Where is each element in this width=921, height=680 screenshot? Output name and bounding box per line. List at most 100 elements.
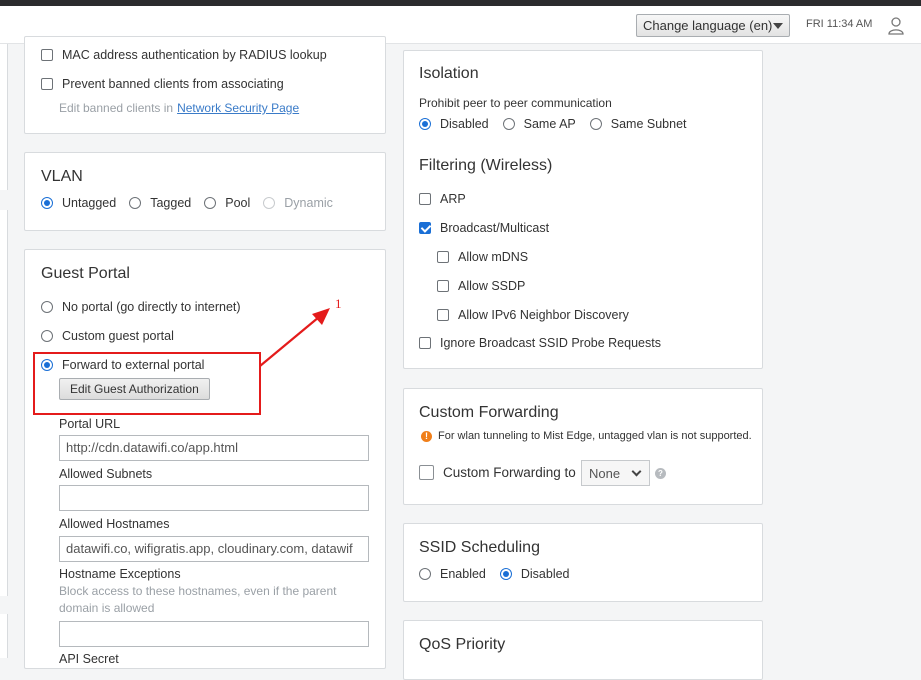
hostname-exceptions-help-line-2: domain is allowed bbox=[59, 601, 155, 615]
user-icon[interactable] bbox=[888, 17, 904, 35]
ssid-scheduling-card: SSID Scheduling Enabled Disabled bbox=[403, 523, 763, 602]
custom-forwarding-checkbox[interactable] bbox=[419, 465, 434, 480]
isolation-same-subnet-label: Same Subnet bbox=[610, 117, 687, 131]
mac-radius-label: MAC address authentication by RADIUS loo… bbox=[62, 48, 327, 62]
ipv6-checkbox[interactable] bbox=[437, 309, 449, 321]
scheduling-disabled-radio[interactable] bbox=[499, 568, 512, 580]
vlan-tagged-label: Tagged bbox=[150, 196, 192, 210]
ipv6-row[interactable]: Allow IPv6 Neighbor Discovery bbox=[437, 308, 629, 322]
api-secret-label: API Secret bbox=[59, 652, 119, 666]
broadcast-checkbox[interactable] bbox=[419, 222, 431, 234]
left-panel-edge bbox=[0, 210, 8, 596]
hostname-exceptions-input[interactable] bbox=[59, 621, 369, 647]
allowed-subnets-label: Allowed Subnets bbox=[59, 467, 153, 481]
ssdp-checkbox[interactable] bbox=[437, 280, 449, 292]
isolation-disabled-radio[interactable] bbox=[419, 118, 431, 130]
custom-forwarding-warning-text: For wlan tunneling to Mist Edge, untagge… bbox=[438, 430, 752, 442]
arp-checkbox[interactable] bbox=[419, 193, 431, 205]
broadcast-label: Broadcast/Multicast bbox=[440, 221, 550, 235]
allowed-subnets-input[interactable] bbox=[59, 485, 369, 511]
portal-url-label: Portal URL bbox=[59, 417, 121, 431]
clock: FRI 11:34 AM bbox=[806, 18, 873, 30]
vlan-untagged-label: Untagged bbox=[62, 196, 117, 210]
ignore-probe-checkbox[interactable] bbox=[419, 337, 431, 349]
mdns-row[interactable]: Allow mDNS bbox=[437, 250, 528, 264]
prevent-banned-checkbox[interactable] bbox=[41, 78, 53, 90]
isolation-title: Isolation bbox=[419, 65, 479, 82]
broadcast-row[interactable]: Broadcast/Multicast bbox=[419, 221, 549, 235]
hostname-exceptions-help-line-1: Block access to these hostnames, even if… bbox=[59, 584, 337, 598]
vlan-title: VLAN bbox=[41, 168, 83, 185]
edit-banned-prefix: Edit banned clients in bbox=[59, 101, 174, 115]
ssid-scheduling-options: Enabled Disabled bbox=[419, 567, 570, 581]
custom-forwarding-select[interactable]: None bbox=[581, 460, 650, 486]
isolation-same-subnet-radio[interactable] bbox=[589, 118, 602, 130]
prevent-banned-label: Prevent banned clients from associating bbox=[62, 77, 284, 91]
annotation-number: 1 bbox=[335, 296, 342, 311]
no-portal-row[interactable]: No portal (go directly to internet) bbox=[41, 300, 241, 314]
custom-forwarding-row[interactable]: Custom Forwarding to bbox=[419, 465, 576, 480]
chevron-down-icon bbox=[631, 466, 642, 477]
filtering-title: Filtering (Wireless) bbox=[419, 157, 553, 174]
left-panel-edge bbox=[0, 614, 8, 658]
ipv6-label: Allow IPv6 Neighbor Discovery bbox=[458, 308, 629, 322]
language-select-value: Change language (en) bbox=[643, 18, 773, 33]
vlan-tagged-radio[interactable] bbox=[129, 197, 142, 209]
isolation-disabled-label: Disabled bbox=[440, 117, 489, 131]
left-panel-edge bbox=[0, 44, 8, 190]
mac-radius-checkbox[interactable] bbox=[41, 49, 53, 61]
ssdp-label: Allow SSDP bbox=[458, 279, 526, 293]
allowed-hostnames-input[interactable]: datawifi.co, wifigratis.app, cloudinary.… bbox=[59, 536, 369, 562]
no-portal-radio[interactable] bbox=[41, 301, 53, 313]
isolation-same-ap-radio[interactable] bbox=[502, 118, 515, 130]
arp-row[interactable]: ARP bbox=[419, 192, 466, 206]
vlan-pool-label: Pool bbox=[225, 196, 251, 210]
vlan-card: VLAN Untagged Tagged Pool Dynamic bbox=[24, 152, 386, 231]
vlan-dynamic-radio bbox=[263, 197, 276, 209]
mdns-checkbox[interactable] bbox=[437, 251, 449, 263]
custom-forwarding-card: Custom Forwarding ! For wlan tunneling t… bbox=[403, 388, 763, 505]
warning-icon: ! bbox=[421, 430, 432, 442]
mac-radius-row[interactable]: MAC address authentication by RADIUS loo… bbox=[41, 48, 327, 62]
qos-card: QoS Priority bbox=[403, 620, 763, 680]
guest-portal-title: Guest Portal bbox=[41, 265, 130, 282]
hostname-exceptions-label: Hostname Exceptions bbox=[59, 567, 181, 581]
vlan-pool-radio[interactable] bbox=[204, 197, 217, 209]
caret-down-icon bbox=[773, 23, 783, 29]
custom-forwarding-select-value: None bbox=[589, 466, 621, 481]
custom-forwarding-label: Custom Forwarding to bbox=[443, 465, 576, 480]
scheduling-disabled-label: Disabled bbox=[520, 567, 570, 581]
isolation-same-ap-label: Same AP bbox=[523, 117, 576, 131]
guest-portal-card: Guest Portal No portal (go directly to i… bbox=[24, 249, 386, 669]
isolation-options: Disabled Same AP Same Subnet bbox=[419, 117, 687, 131]
arp-label: ARP bbox=[440, 192, 466, 206]
network-security-link[interactable]: Network Security Page bbox=[177, 101, 299, 115]
no-portal-label: No portal (go directly to internet) bbox=[62, 300, 241, 314]
annotation-highlight-box bbox=[33, 352, 261, 415]
ssdp-row[interactable]: Allow SSDP bbox=[437, 279, 525, 293]
custom-forwarding-title: Custom Forwarding bbox=[419, 404, 559, 421]
custom-portal-label: Custom guest portal bbox=[62, 329, 174, 343]
vlan-options: Untagged Tagged Pool Dynamic bbox=[41, 196, 333, 210]
language-select[interactable]: Change language (en) bbox=[636, 14, 790, 37]
vlan-dynamic-label: Dynamic bbox=[284, 196, 333, 210]
scheduling-enabled-label: Enabled bbox=[440, 567, 486, 581]
scheduling-enabled-radio[interactable] bbox=[419, 568, 431, 580]
ignore-probe-row[interactable]: Ignore Broadcast SSID Probe Requests bbox=[419, 336, 661, 350]
isolation-filtering-card: Isolation Prohibit peer to peer communic… bbox=[403, 50, 763, 369]
portal-url-input[interactable]: http://cdn.datawifi.co/app.html bbox=[59, 435, 369, 461]
custom-portal-radio[interactable] bbox=[41, 330, 53, 342]
custom-forwarding-warning: ! For wlan tunneling to Mist Edge, untag… bbox=[421, 430, 752, 442]
custom-portal-row[interactable]: Custom guest portal bbox=[41, 329, 174, 343]
ssid-scheduling-title: SSID Scheduling bbox=[419, 539, 540, 556]
allowed-hostnames-label: Allowed Hostnames bbox=[59, 517, 170, 531]
help-icon[interactable]: ? bbox=[655, 468, 666, 479]
prevent-banned-row[interactable]: Prevent banned clients from associating bbox=[41, 77, 284, 91]
qos-title: QoS Priority bbox=[419, 636, 506, 653]
edit-banned-row: Edit banned clients in Network Security … bbox=[59, 101, 299, 115]
isolation-subtitle: Prohibit peer to peer communication bbox=[419, 96, 612, 110]
auth-card: MAC address authentication by RADIUS loo… bbox=[24, 36, 386, 134]
vlan-untagged-radio[interactable] bbox=[41, 197, 53, 209]
mdns-label: Allow mDNS bbox=[458, 250, 529, 264]
ignore-probe-label: Ignore Broadcast SSID Probe Requests bbox=[440, 336, 661, 350]
